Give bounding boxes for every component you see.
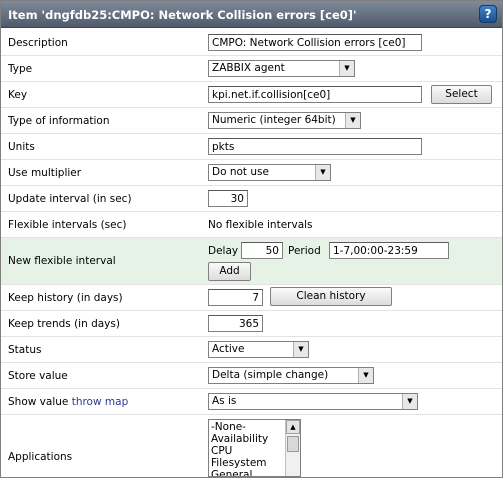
use-multiplier-label: Use multiplier [8, 167, 82, 179]
key-label: Key [8, 89, 28, 101]
window-title: Item 'dngfdb25:CMPO: Network Collision e… [8, 8, 357, 22]
row-type-of-information: Type of information Numeric (integer 64b… [1, 108, 502, 134]
row-new-flexible-interval: New flexible interval Delay Period Add [1, 238, 502, 285]
store-value-label: Store value [8, 370, 68, 382]
show-value-select[interactable]: As is ▼ [208, 393, 418, 410]
update-interval-input[interactable] [208, 190, 248, 207]
flexible-intervals-value: No flexible intervals [208, 219, 313, 231]
add-interval-button[interactable]: Add [208, 262, 251, 281]
row-store-value: Store value Delta (simple change) ▼ [1, 363, 502, 389]
use-multiplier-value: Do not use [212, 166, 269, 178]
chevron-down-icon: ▼ [293, 342, 308, 357]
new-flexible-interval-label: New flexible interval [8, 255, 116, 267]
show-value-select-value: As is [212, 395, 237, 407]
chevron-down-icon: ▼ [345, 113, 360, 128]
list-item[interactable]: Availability [211, 433, 268, 445]
type-of-information-value: Numeric (integer 64bit) [212, 114, 336, 126]
period-label: Period [288, 245, 321, 257]
keep-trends-input[interactable] [208, 315, 263, 332]
row-status: Status Active ▼ [1, 337, 502, 363]
status-select[interactable]: Active ▼ [208, 341, 309, 358]
list-item[interactable]: CPU [211, 445, 268, 457]
scroll-up-icon[interactable]: ▲ [286, 420, 300, 434]
row-use-multiplier: Use multiplier Do not use ▼ [1, 160, 502, 186]
row-keep-history: Keep history (in days) Clean history [1, 285, 502, 311]
throw-map-link[interactable]: throw map [72, 396, 129, 408]
store-value-select[interactable]: Delta (simple change) ▼ [208, 367, 374, 384]
applications-listbox[interactable]: -None- Availability CPU Filesystem Gener… [208, 419, 301, 477]
type-select[interactable]: ZABBIX agent ▼ [208, 60, 355, 77]
use-multiplier-select[interactable]: Do not use ▼ [208, 164, 331, 181]
keep-history-label: Keep history (in days) [8, 292, 123, 304]
list-item[interactable]: Filesystem [211, 457, 268, 469]
chevron-down-icon: ▼ [358, 368, 373, 383]
type-label: Type [8, 63, 33, 75]
row-flexible-intervals: Flexible intervals (sec) No flexible int… [1, 212, 502, 238]
clean-history-button[interactable]: Clean history [270, 287, 392, 306]
key-input[interactable] [208, 86, 422, 103]
status-select-value: Active [212, 343, 245, 355]
applications-options: -None- Availability CPU Filesystem Gener… [211, 421, 268, 476]
type-of-information-select[interactable]: Numeric (integer 64bit) ▼ [208, 112, 361, 129]
show-value-label: Show value [8, 396, 69, 408]
window-titlebar: Item 'dngfdb25:CMPO: Network Collision e… [1, 1, 502, 28]
row-update-interval: Update interval (in sec) [1, 186, 502, 212]
store-value-select-value: Delta (simple change) [212, 369, 329, 381]
chevron-down-icon: ▼ [315, 165, 330, 180]
update-interval-label: Update interval (in sec) [8, 193, 132, 205]
delay-input[interactable] [241, 242, 283, 259]
chevron-down-icon: ▼ [402, 394, 417, 409]
period-input[interactable] [329, 242, 449, 259]
keep-history-input[interactable] [208, 289, 263, 306]
flexible-intervals-label: Flexible intervals (sec) [8, 219, 127, 231]
scrollbar-thumb[interactable] [287, 436, 299, 452]
keep-trends-label: Keep trends (in days) [8, 318, 120, 330]
row-type: Type ZABBIX agent ▼ [1, 56, 502, 82]
item-form-window: Item 'dngfdb25:CMPO: Network Collision e… [0, 0, 503, 478]
row-description: Description [1, 29, 502, 56]
description-label: Description [8, 37, 68, 49]
list-item[interactable]: -None- [211, 421, 268, 433]
list-item[interactable]: General [211, 469, 268, 476]
row-key: Key Select [1, 82, 502, 108]
type-select-value: ZABBIX agent [212, 62, 285, 74]
applications-label: Applications [8, 451, 73, 463]
units-label: Units [8, 141, 35, 153]
key-select-button[interactable]: Select [431, 85, 492, 104]
row-show-value: Show value throw map As is ▼ [1, 389, 502, 415]
type-of-information-label: Type of information [8, 115, 110, 127]
delay-label: Delay [208, 245, 239, 257]
help-icon[interactable]: ? [479, 5, 497, 23]
chevron-down-icon: ▼ [339, 61, 354, 76]
description-input[interactable] [208, 34, 422, 51]
status-label: Status [8, 344, 42, 356]
show-value-label-wrap: Show value throw map [8, 396, 128, 408]
applications-scrollbar[interactable]: ▲ [285, 420, 300, 476]
units-input[interactable] [208, 138, 422, 155]
row-units: Units [1, 134, 502, 160]
row-keep-trends: Keep trends (in days) [1, 311, 502, 337]
